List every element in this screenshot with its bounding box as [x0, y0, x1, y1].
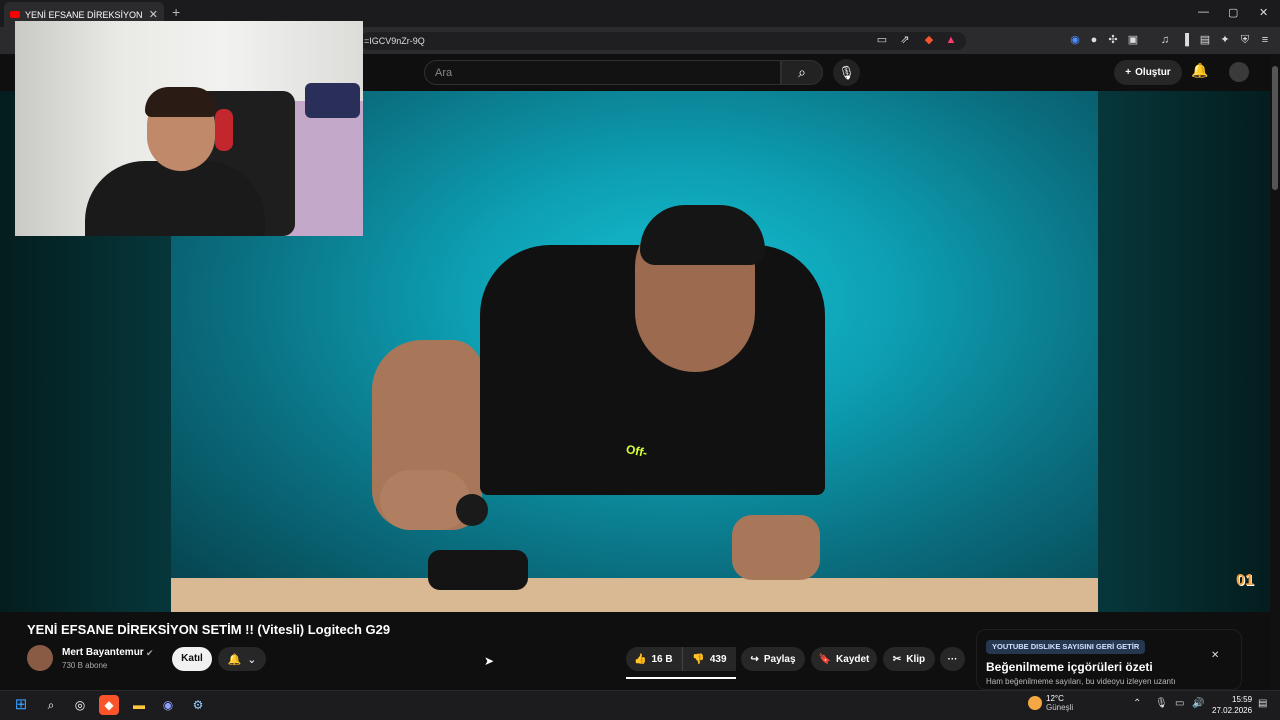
menu-icon[interactable]: ≡: [1258, 33, 1272, 47]
search-icon: ⌕: [798, 64, 806, 80]
media-icon[interactable]: ♫: [1158, 33, 1172, 47]
save-button[interactable]: 🔖 Kaydet: [811, 647, 877, 671]
sidebar-icon[interactable]: ▐: [1178, 33, 1192, 47]
webcam-person: [85, 161, 265, 236]
new-tab-button[interactable]: +: [172, 4, 180, 20]
like-ratio-bar: [626, 677, 736, 679]
minimize-button[interactable]: —: [1198, 6, 1209, 18]
discord-icon[interactable]: ◉: [158, 695, 178, 715]
clip-label: Klip: [906, 653, 926, 665]
right-arm: [732, 515, 820, 580]
subscriber-count: 730 B abone: [62, 661, 108, 670]
leo-ai-icon[interactable]: ✦: [1218, 33, 1232, 47]
panel-close-icon[interactable]: ✕: [1211, 650, 1219, 661]
puzzle-icon[interactable]: ✣: [1106, 33, 1120, 47]
bookmark-icon: 🔖: [818, 653, 832, 665]
panel-title: Beğenilmeme içgörüleri özeti: [986, 660, 1153, 674]
extension-icon[interactable]: ◉: [1068, 33, 1082, 47]
clock-date: 27.02.2026: [1212, 706, 1253, 715]
brave-browser-icon[interactable]: ◆: [99, 695, 119, 715]
share-page-icon[interactable]: ⇗: [898, 33, 912, 47]
steam-icon[interactable]: ⚙: [188, 695, 208, 715]
taskbar-app-icon[interactable]: ◎: [70, 695, 90, 715]
gear-shifter-base: [428, 550, 528, 590]
vpn-shield-icon[interactable]: ⛨: [1238, 33, 1252, 47]
search-input[interactable]: Ara: [424, 60, 781, 85]
more-icon: ···: [947, 653, 958, 665]
webcam-headphones: [215, 109, 233, 151]
bell-icon: 🔔: [227, 653, 242, 666]
save-label: Kaydet: [836, 653, 870, 665]
webcam-pillow: [305, 83, 360, 118]
create-button[interactable]: + Oluştur: [1114, 60, 1182, 85]
create-label: Oluştur: [1135, 67, 1171, 78]
windows-start-icon[interactable]: ⊞: [11, 695, 31, 715]
file-explorer-icon[interactable]: ▬: [129, 695, 149, 715]
mouse-cursor-icon: ➤: [484, 654, 495, 668]
tray-network-icon[interactable]: ▭: [1175, 698, 1184, 709]
channel-watermark[interactable]: 01: [1236, 572, 1254, 590]
gear-shifter-knob: [456, 494, 488, 526]
tab-close-icon[interactable]: ✕: [149, 8, 158, 21]
share-icon: ↪: [750, 653, 759, 665]
tray-mic-icon[interactable]: 🎙: [1155, 698, 1168, 709]
webcam-overlay: [15, 21, 363, 236]
tray-volume-icon[interactable]: 🔊: [1192, 698, 1204, 709]
extension-icon[interactable]: ▣: [1126, 33, 1140, 47]
channel-avatar[interactable]: [27, 645, 53, 671]
scissors-icon: ✂: [892, 653, 902, 665]
webcam-hair: [145, 87, 217, 117]
sun-icon: [1028, 696, 1042, 710]
maximize-button[interactable]: ▢: [1228, 6, 1238, 19]
video-title: YENİ EFSANE DİREKSİYON SETİM !! (Vitesli…: [27, 622, 391, 637]
brave-shields-icon[interactable]: ◆: [922, 33, 936, 47]
brave-rewards-icon[interactable]: ▲: [944, 33, 958, 47]
scrollbar-thumb[interactable]: [1272, 66, 1278, 190]
notifications-bell-icon[interactable]: 🔔: [1191, 62, 1208, 79]
search-button[interactable]: ⌕: [781, 60, 823, 85]
clip-button[interactable]: ✂ Klip: [883, 647, 935, 671]
weather-widget[interactable]: 12°C Güneşli: [1028, 694, 1073, 712]
like-count: 16 B: [651, 653, 673, 665]
chevron-down-icon: ⌄: [247, 653, 257, 666]
share-label: Paylaş: [763, 653, 796, 665]
subscription-bell-button[interactable]: 🔔 ⌄: [218, 647, 266, 671]
wooden-table: [171, 578, 1098, 612]
taskbar-search-icon[interactable]: ⌕: [41, 695, 61, 715]
tray-chevron-up-icon[interactable]: ⌃: [1133, 698, 1141, 709]
verified-icon: ✔: [146, 648, 154, 658]
wallet-icon[interactable]: ▤: [1198, 33, 1212, 47]
weather-temp: 12°C: [1046, 694, 1064, 703]
close-window-button[interactable]: ✕: [1259, 6, 1268, 19]
thumbs-up-icon: 👍: [634, 653, 647, 665]
channel-name[interactable]: Mert Bayantemur: [62, 647, 144, 658]
forearm: [380, 470, 470, 530]
thumbs-down-icon: 👎: [692, 653, 705, 665]
cast-icon[interactable]: ▭: [875, 33, 889, 47]
share-button[interactable]: ↪ Paylaş: [741, 647, 805, 671]
voice-search-button[interactable]: 🎙: [833, 59, 860, 86]
clock-time: 15:59: [1232, 695, 1253, 704]
youtube-favicon-icon: [10, 11, 20, 18]
dislike-extension-badge[interactable]: YOUTUBE DISLIKE SAYISINI GERİ GETİR: [986, 640, 1146, 654]
plus-icon: +: [1125, 67, 1132, 78]
microphone-icon: 🎙: [838, 65, 855, 80]
weather-desc: Güneşli: [1046, 703, 1074, 712]
dislike-button[interactable]: 👎 439: [682, 647, 736, 671]
taskbar-clock[interactable]: 15:59 27.02.2026: [1212, 694, 1252, 716]
account-avatar[interactable]: [1229, 62, 1249, 82]
tab-title: YENİ EFSANE DİREKSİYON SE: [25, 9, 144, 20]
dislike-count: 439: [709, 653, 727, 665]
person-hair: [640, 205, 765, 265]
notifications-icon[interactable]: ▤: [1258, 698, 1267, 709]
join-button[interactable]: Katıl: [172, 647, 212, 671]
panel-description: Ham beğenilmeme sayıları, bu videoyu izl…: [986, 677, 1176, 686]
extension-icon[interactable]: ●: [1087, 33, 1101, 47]
more-actions-button[interactable]: ···: [940, 647, 965, 671]
